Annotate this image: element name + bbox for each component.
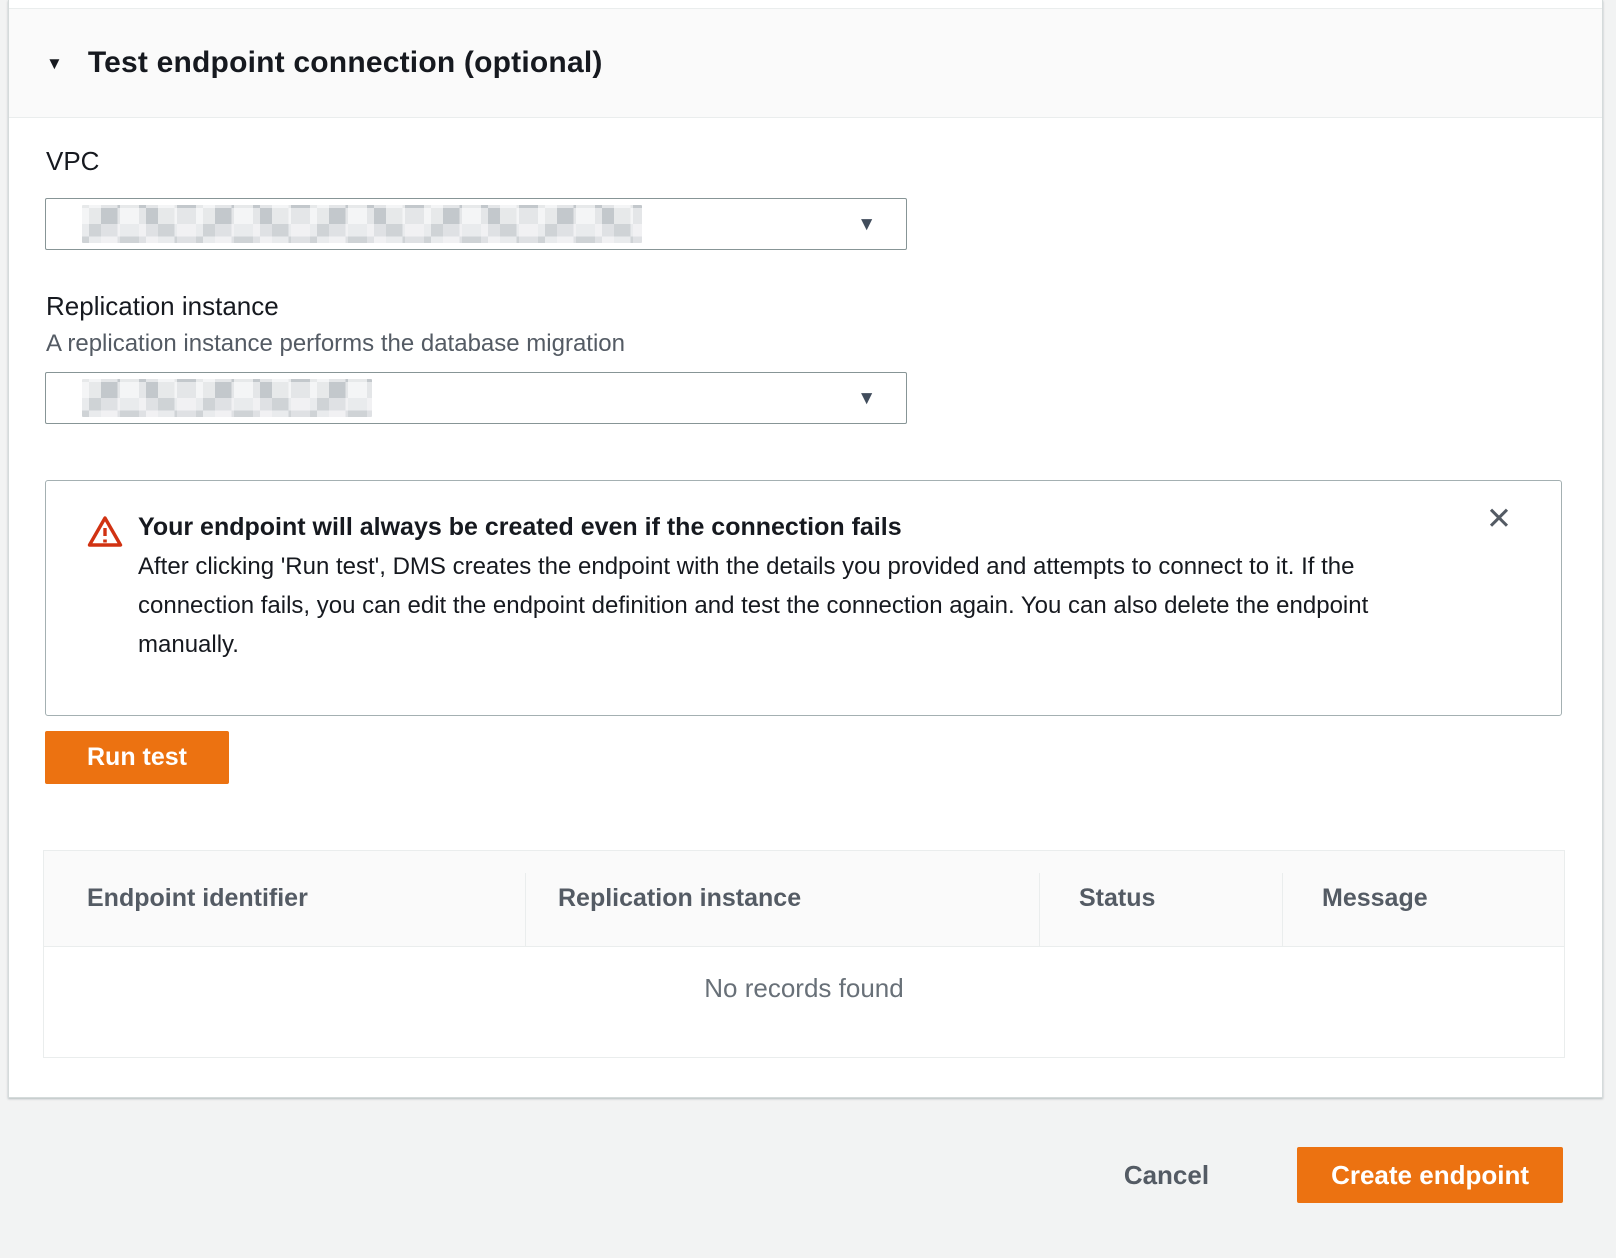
warning-alert: Your endpoint will always be created eve… xyxy=(45,480,1562,716)
footer-actions: Cancel Create endpoint xyxy=(1124,1147,1563,1203)
vpc-redacted-value xyxy=(82,205,642,243)
warning-body: After clicking 'Run test', DMS creates t… xyxy=(138,547,1438,664)
column-header-message: Message xyxy=(1282,851,1564,946)
caret-down-icon: ▼ xyxy=(857,389,876,408)
test-results-table: Endpoint identifier Replication instance… xyxy=(43,850,1565,1058)
test-endpoint-card: ▼ Test endpoint connection (optional) VP… xyxy=(8,0,1603,1098)
warning-content: Your endpoint will always be created eve… xyxy=(138,508,1438,715)
section-title: Test endpoint connection (optional) xyxy=(88,46,603,80)
collapse-triangle-icon[interactable]: ▼ xyxy=(46,55,63,72)
table-header-row: Endpoint identifier Replication instance… xyxy=(44,851,1564,947)
cancel-button[interactable]: Cancel xyxy=(1124,1160,1209,1191)
warning-title: Your endpoint will always be created eve… xyxy=(138,508,1438,546)
table-empty-state: No records found xyxy=(44,947,1564,1057)
section-header[interactable]: ▼ Test endpoint connection (optional) xyxy=(9,8,1602,118)
caret-down-icon: ▼ xyxy=(857,215,876,234)
create-endpoint-button[interactable]: Create endpoint xyxy=(1297,1147,1563,1203)
replication-instance-label: Replication instance xyxy=(46,291,279,322)
replication-redacted-value xyxy=(82,379,372,417)
replication-instance-description: A replication instance performs the data… xyxy=(46,330,625,358)
vpc-select[interactable]: ▼ xyxy=(45,198,907,250)
vpc-label: VPC xyxy=(46,146,99,177)
run-test-button[interactable]: Run test xyxy=(45,731,229,784)
close-icon[interactable]: ✕ xyxy=(1477,497,1521,541)
warning-triangle-icon xyxy=(87,515,123,715)
column-header-status: Status xyxy=(1039,851,1282,946)
column-header-endpoint-identifier: Endpoint identifier xyxy=(44,851,525,946)
replication-instance-select[interactable]: ▼ xyxy=(45,372,907,424)
column-header-replication-instance: Replication instance xyxy=(525,851,1039,946)
